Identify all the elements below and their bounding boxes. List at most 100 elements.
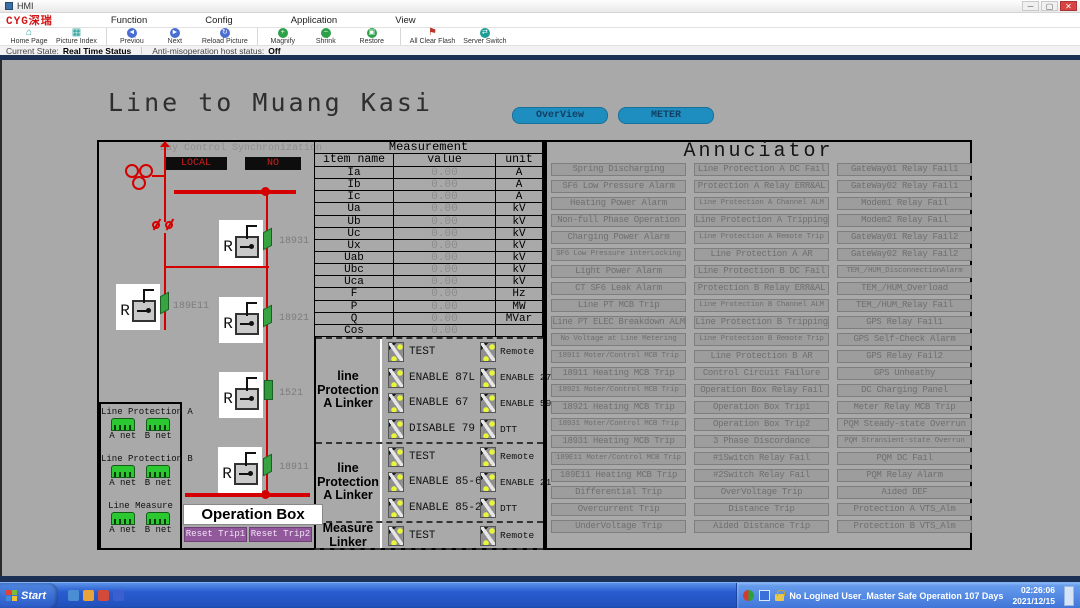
minimize-button[interactable]: ─ [1022,1,1039,11]
annunciator-tile: DC Charging Panel [837,384,972,397]
menu-function[interactable]: Function [111,15,147,26]
linker-switch-icon[interactable] [388,419,404,439]
linker-switch-icon[interactable] [480,472,496,492]
annunciator-tile: TEM_/HUM_Relay Fail [837,299,972,312]
start-button[interactable]: Start [0,583,58,608]
quick-launch-icon[interactable] [68,590,79,601]
measurement-item-name: Ib [315,178,393,190]
annunciator-tile: 18921 Moter/Control MCB Trip [551,384,686,397]
annunciator-tile: GateWay02 Relay Fail2 [837,248,972,261]
linker-switch-icon[interactable] [388,472,404,492]
reset-trip1-button[interactable]: Reset Trip1 [184,527,247,542]
annunciator-tile: 18911 Heating MCB Trip [551,367,686,380]
close-button[interactable]: ✕ [1060,1,1077,11]
linker-section: Measure Linker TEST Remote [316,521,543,548]
menu-config[interactable]: Config [205,15,232,26]
annunciator-title: Annuciator [547,140,970,163]
breaker-device[interactable]: R [219,372,263,418]
linker-switch-label: Remote [500,451,534,462]
show-desktop-button[interactable] [1064,586,1074,606]
annunciator-tile: TEM_/HUM_Overload [837,282,972,295]
annunciator-tile: 18911 Moter/Control MCB Trip [551,350,686,363]
reset-trip2-button[interactable]: Reset Trip2 [249,527,312,542]
shrink-button[interactable]: − Shrink [303,28,349,45]
measurement-item-name: F [315,287,393,299]
sync-no-indicator: NO [245,157,301,170]
brand-logo: CYG深瑞 [6,12,53,28]
breaker-device[interactable]: R [219,297,263,343]
net-group-name: Line Measure [101,501,180,511]
tray-app-icon[interactable] [759,590,770,601]
linker-switch-icon[interactable] [388,498,404,518]
quick-launch-bar [68,590,124,601]
switch-1521-icon[interactable] [264,380,273,400]
linker-switch-icon[interactable] [388,447,404,467]
breaker-device[interactable]: R [116,284,160,330]
annunciator-tile: Operation Box Trip2 [694,418,829,431]
breaker-device[interactable]: R [219,220,263,266]
linker-switch-icon[interactable] [388,526,404,546]
login-status-text: No Logined User_Master Safe Operation 10… [789,591,1003,601]
menu-view[interactable]: View [395,15,415,26]
linker-switch-icon[interactable] [480,368,496,388]
annunciator-tile: Distance Trip [694,503,829,516]
linker-section-name: line Protection A Linker [316,444,380,521]
measurement-item-name: Q [315,312,393,324]
annunciator-tile: CT SF6 Leak Alarm [551,282,686,295]
all-clear-flash-button[interactable]: ⚑ All Clear Flash [400,28,460,45]
reload-icon: ↻ [220,28,230,38]
linker-section: line Protection A Linker TEST Remote ENA… [316,337,543,442]
annunciator-tile: Control Circuit Failure [694,367,829,380]
restore-button[interactable]: ▣ Restore [349,28,395,45]
maximize-button[interactable]: ▢ [1041,1,1058,11]
reload-picture-button[interactable]: ↻ Reload Picture [198,28,252,45]
linker-row: DISABLE 79 DTT [382,416,543,442]
column-header-unit: unit [495,153,542,166]
quick-launch-icon[interactable] [98,590,109,601]
linker-switch-icon[interactable] [480,447,496,467]
annunciator-tile: Heating Power Alarm [551,197,686,210]
network-port-icon [111,465,135,478]
linker-switch-icon[interactable] [388,393,404,413]
menu-application[interactable]: Application [291,15,337,26]
measurement-unit: kV [495,263,542,275]
quick-launch-icon[interactable] [113,590,124,601]
home-page-button[interactable]: ⌂ Home Page [6,28,52,45]
net-port-label: B net [145,478,172,488]
annunciator-tile: OverVoltage Trip [694,486,829,499]
network-port-icon [146,512,170,525]
server-switch-button[interactable]: ⇄ Server Switch [459,28,510,45]
linker-switch-label: ENABLE 59 [500,398,551,409]
annunciator-tile: TEM_/HUM_DisconnectionAlarm [837,265,972,278]
measurement-item-name: Ua [315,202,393,214]
overview-button[interactable]: OverView [512,107,608,124]
measurement-value: 0.00 [393,263,495,275]
picture-index-button[interactable]: ▦ Picture Index [52,28,101,45]
linker-section: line Protection A Linker TEST Remote ENA… [316,442,543,521]
magnify-button[interactable]: + Magnify [257,28,303,45]
meter-button[interactable]: METER [618,107,714,124]
server-switch-icon: ⇄ [480,28,490,38]
breaker-device[interactable]: R [218,447,262,493]
start-label: Start [21,590,46,602]
previous-button[interactable]: ◄ Previou [106,28,152,45]
linker-switch-icon[interactable] [480,526,496,546]
linker-switch-icon[interactable] [480,498,496,518]
linker-switch-icon[interactable] [480,342,496,362]
next-button[interactable]: ► Next [152,28,198,45]
operation-box-buttons: Reset Trip1 Reset Trip2 [184,527,312,542]
linker-switch-icon[interactable] [480,419,496,439]
measurement-unit: kV [495,275,542,287]
annunciator-tile: UnderVoltage Trip [551,520,686,533]
quick-launch-icon[interactable] [83,590,94,601]
bus-junction [261,490,270,499]
safety-shield-icon[interactable] [743,590,754,601]
linker-switch-icon[interactable] [480,393,496,413]
annunciator-tile: Line Protection A Remote Trip [694,231,829,244]
annunciator-tile: Line Protection B DC Fail [694,265,829,278]
measurement-value: 0.00 [393,166,495,178]
measurement-value: 0.00 [393,312,495,324]
annunciator-tile: 18931 Heating MCB Trip [551,435,686,448]
linker-switch-icon[interactable] [388,368,404,388]
linker-switch-icon[interactable] [388,342,404,362]
